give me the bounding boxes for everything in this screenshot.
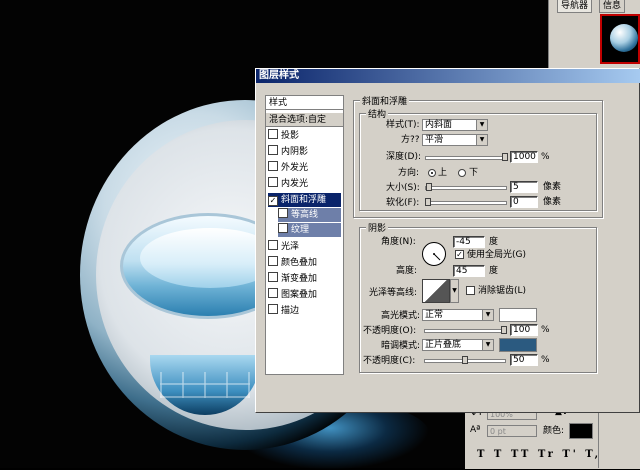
shading-title: 阴影	[366, 221, 389, 234]
shadow-mode-label: 暗调模式:	[381, 341, 421, 351]
direction-down-radio[interactable]	[458, 169, 466, 177]
shadow-mode-dropdown[interactable]: 正片叠底 ▼	[422, 339, 494, 351]
baseline-shift-field[interactable]: 0 pt	[487, 425, 537, 437]
style-label: 样式(T):	[386, 120, 420, 130]
checkbox[interactable]	[268, 272, 278, 282]
bevel-style-dropdown[interactable]: 内斜面 ▼	[422, 119, 488, 131]
baseline-icon: Aª	[470, 425, 481, 435]
shadow-opacity-unit: %	[541, 355, 550, 365]
antialias-checkbox[interactable]	[466, 286, 475, 295]
soften-label: 软化(F):	[386, 198, 420, 208]
structure-title: 结构	[366, 107, 389, 120]
style-inner-shadow[interactable]: 内阴影	[268, 145, 341, 159]
size-field[interactable]: 5	[510, 181, 538, 193]
shadow-opacity-field[interactable]: 50	[510, 354, 538, 366]
angle-label: 角度(N):	[381, 237, 416, 247]
altitude-unit: 度	[489, 266, 499, 276]
dropdown-arrow-icon: ▼	[476, 135, 487, 145]
styles-list: 样式 混合选项:自定 投影 内阴影 外发光 内发光 ✓ 斜面和浮雕 等高线 纹理 …	[265, 95, 344, 375]
gloss-contour-label: 光泽等高线:	[369, 288, 418, 298]
soften-field[interactable]: 0	[510, 196, 538, 208]
highlight-color-swatch[interactable]	[499, 308, 537, 322]
checkbox[interactable]	[268, 240, 278, 250]
highlight-opacity-field[interactable]: 100	[510, 324, 538, 336]
depth-unit: %	[541, 152, 550, 162]
style-blending-options[interactable]: 混合选项:自定	[266, 113, 343, 127]
style-pattern-overlay[interactable]: 图案叠加	[268, 288, 341, 302]
style-color-overlay[interactable]: 颜色叠加	[268, 256, 341, 270]
shadow-opacity-label: 不透明度(C):	[363, 356, 416, 366]
dropdown-arrow-icon: ▼	[482, 340, 493, 350]
depth-label: 深度(D):	[386, 152, 421, 162]
style-stroke[interactable]: 描边	[268, 304, 341, 318]
soften-slider-thumb[interactable]	[425, 198, 431, 206]
highlight-opacity-thumb[interactable]	[501, 326, 507, 334]
direction-up-radio[interactable]	[428, 169, 436, 177]
technique-dropdown[interactable]: 平滑 ▼	[422, 134, 488, 146]
soften-unit: 像素	[543, 197, 562, 207]
orb-base-grid	[160, 372, 250, 398]
checkbox[interactable]	[268, 256, 278, 266]
checkbox[interactable]	[268, 177, 278, 187]
checkbox[interactable]	[268, 129, 278, 139]
direction-up-label: 上	[438, 168, 448, 178]
style-inner-glow[interactable]: 内发光	[268, 177, 341, 191]
style-bevel-emboss[interactable]: ✓ 斜面和浮雕	[268, 193, 341, 207]
tab-navigator[interactable]: 导航器	[557, 0, 593, 13]
angle-field[interactable]: -45	[453, 236, 485, 248]
direction-down-label: 下	[469, 168, 479, 178]
panel-scroll-area[interactable]	[598, 404, 640, 468]
highlight-opacity-label: 不透明度(O):	[363, 326, 417, 336]
dropdown-arrow-icon: ▼	[476, 120, 487, 130]
bevel-section-title: 斜面和浮雕	[360, 94, 410, 107]
highlight-mode-dropdown[interactable]: 正常 ▼	[422, 309, 494, 321]
highlight-opacity-unit: %	[541, 325, 550, 335]
checkbox[interactable]	[278, 208, 288, 218]
soften-slider[interactable]	[425, 201, 507, 205]
checkbox[interactable]	[268, 145, 278, 155]
style-contour[interactable]: 等高线	[278, 208, 341, 222]
depth-field[interactable]: 1000	[510, 151, 538, 163]
style-satin[interactable]: 光泽	[268, 240, 341, 254]
dialog-title: 图层样式	[256, 69, 640, 83]
shadow-color-swatch[interactable]	[499, 338, 537, 352]
global-light-checkbox[interactable]: ✓	[455, 250, 464, 259]
color-label: 颜色:	[543, 426, 565, 436]
shadow-opacity-thumb[interactable]	[462, 356, 468, 364]
size-slider-thumb[interactable]	[426, 183, 432, 191]
text-color-swatch[interactable]	[569, 423, 593, 439]
depth-slider[interactable]	[425, 156, 507, 160]
angle-dial[interactable]	[422, 242, 446, 266]
angle-unit: 度	[489, 237, 499, 247]
global-light-label: 使用全局光(G)	[467, 250, 526, 260]
style-outer-glow[interactable]: 外发光	[268, 161, 341, 175]
tab-info[interactable]: 信息	[599, 0, 626, 13]
styles-header[interactable]: 样式	[266, 96, 343, 110]
highlight-opacity-slider[interactable]	[424, 329, 506, 333]
style-gradient-overlay[interactable]: 渐变叠加	[268, 272, 341, 286]
chevron-down-icon[interactable]: ▼	[450, 279, 459, 303]
layer-style-dialog: 图层样式 样式 混合选项:自定 投影 内阴影 外发光 内发光 ✓ 斜面和浮雕 等高…	[255, 68, 640, 413]
dropdown-arrow-icon: ▼	[482, 310, 493, 320]
antialias-label: 消除锯齿(L)	[478, 286, 527, 296]
size-unit: 像素	[543, 182, 562, 192]
technique-label: 方??	[401, 135, 420, 145]
size-slider[interactable]	[425, 186, 507, 190]
checkbox-checked[interactable]: ✓	[268, 196, 278, 206]
style-texture[interactable]: 纹理	[278, 223, 341, 237]
direction-label: 方向:	[398, 168, 420, 178]
highlight-mode-label: 高光模式:	[381, 311, 421, 321]
style-drop-shadow[interactable]: 投影	[268, 129, 341, 143]
checkbox[interactable]	[278, 223, 288, 233]
gloss-contour-preview[interactable]	[422, 279, 450, 303]
navigator-thumbnail-image	[610, 24, 638, 52]
checkbox[interactable]	[268, 304, 278, 314]
checkbox[interactable]	[268, 288, 278, 298]
altitude-field[interactable]: 45	[453, 265, 485, 277]
checkbox[interactable]	[268, 161, 278, 171]
size-label: 大小(S):	[386, 183, 420, 193]
altitude-label: 高度:	[396, 266, 418, 276]
depth-slider-thumb[interactable]	[502, 153, 508, 161]
